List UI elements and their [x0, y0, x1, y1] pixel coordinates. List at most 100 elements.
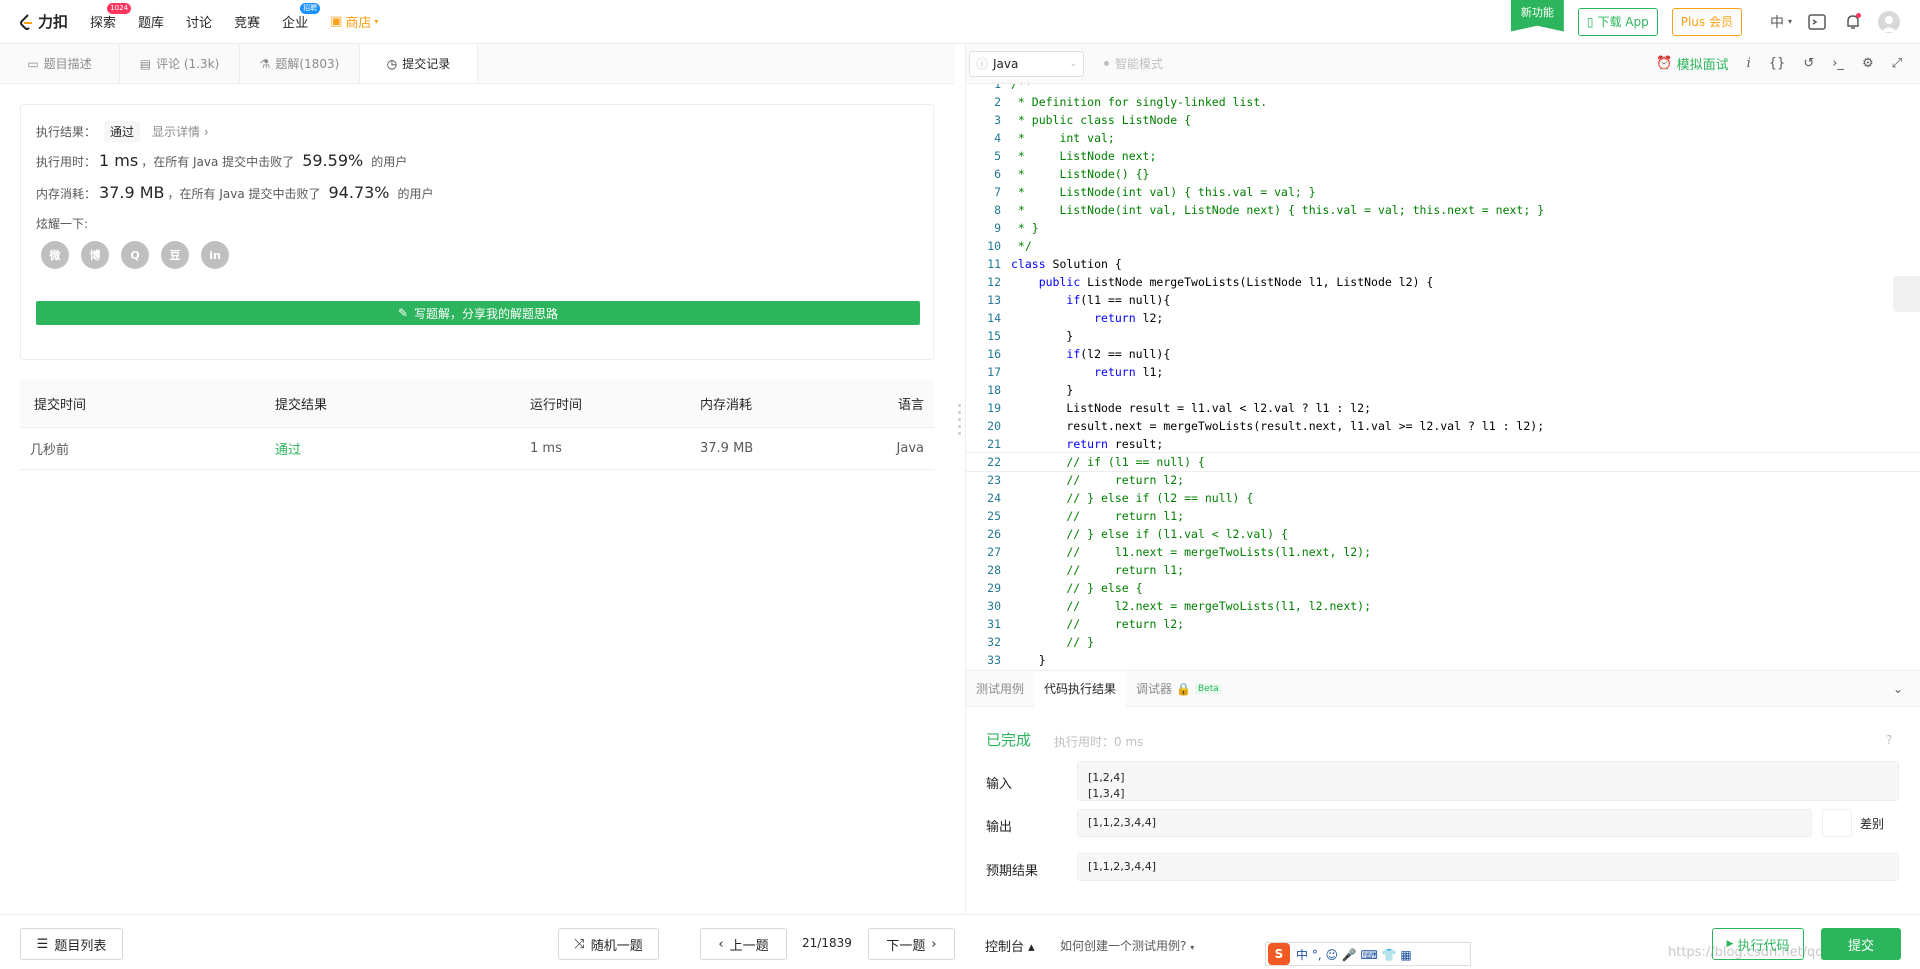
code-line[interactable]: 16 if(l2 == null){ — [966, 345, 1920, 363]
diff-switch[interactable] — [1822, 809, 1852, 837]
code-line[interactable]: 10 */ — [966, 237, 1920, 255]
code-line[interactable]: 9 * } — [966, 219, 1920, 237]
problem-list-button[interactable]: ☰ 题目列表 — [20, 928, 123, 960]
tab-submissions[interactable]: ◷ 提交记录 — [360, 44, 478, 83]
qq-share-icon[interactable]: Q — [121, 241, 149, 269]
logo[interactable]: 力扣 — [18, 11, 68, 32]
code-line[interactable]: 15 } — [966, 327, 1920, 345]
write-solution-button[interactable]: ✎ 写题解，分享我的解题思路 — [36, 301, 920, 325]
code-line[interactable]: 25 // return l1; — [966, 507, 1920, 525]
help-circle-icon[interactable]: ? — [1886, 733, 1892, 747]
cell-result[interactable]: 通过 — [275, 439, 530, 458]
user-avatar[interactable] — [1878, 10, 1900, 33]
tab-solutions[interactable]: ⚗ 题解(1803) — [240, 44, 360, 83]
code-line[interactable]: 29 // } else { — [966, 579, 1920, 597]
line-text: // l1.next = mergeTwoLists(l1.next, l2); — [1011, 545, 1372, 559]
notification-bell-icon[interactable] — [1842, 11, 1864, 33]
code-line[interactable]: 3 * public class ListNode { — [966, 111, 1920, 129]
code-line[interactable]: 32 // } — [966, 633, 1920, 651]
code-line[interactable]: 21 return result; — [966, 435, 1920, 453]
info-icon[interactable]: i — [1747, 56, 1751, 71]
code-line[interactable]: 23 // return l2; — [966, 471, 1920, 489]
input-box[interactable]: [1,2,4] [1,3,4] — [1077, 761, 1899, 801]
nav-discuss[interactable]: 讨论 — [186, 12, 212, 31]
playground-icon[interactable] — [1806, 11, 1828, 33]
nav-store[interactable]: ▣ 商店 ▾ — [330, 12, 378, 31]
reset-icon[interactable]: ↺ — [1803, 56, 1814, 71]
code-line[interactable]: 13 if(l1 == null){ — [966, 291, 1920, 309]
submit-button[interactable]: 提交 — [1821, 928, 1901, 960]
code-line[interactable]: 19 ListNode result = l1.val < l2.val ? l… — [966, 399, 1920, 417]
tab-debugger[interactable]: 调试器 🔒 Beta — [1126, 671, 1232, 707]
braces-icon[interactable]: {} — [1769, 56, 1786, 71]
code-line[interactable]: 33 } — [966, 651, 1920, 669]
next-problem-button[interactable]: 下一题 › — [868, 928, 955, 960]
line-text: * ListNode() {} — [1011, 167, 1150, 181]
random-problem-button[interactable]: ⤨ 随机一题 — [558, 928, 659, 960]
tab-testcase[interactable]: 测试用例 — [966, 671, 1034, 707]
code-line[interactable]: 30 // l2.next = mergeTwoLists(l1, l2.nex… — [966, 597, 1920, 615]
language-select[interactable]: ⓘ Java ⌄ — [969, 50, 1084, 77]
run-code-button[interactable]: ▶ 执行代码 — [1712, 928, 1804, 960]
show-detail-link[interactable]: 显示详情 › — [152, 123, 209, 140]
prev-problem-button[interactable]: ‹ 上一题 — [700, 928, 787, 960]
code-line[interactable]: 20 result.next = mergeTwoLists(result.ne… — [966, 417, 1920, 435]
nav-store-label: 商店 — [345, 16, 372, 31]
settings-gear-icon[interactable]: ⚙ — [1862, 56, 1874, 71]
line-text: */ — [1011, 239, 1032, 253]
code-line[interactable]: 2 * Definition for singly-linked list. — [966, 93, 1920, 111]
tab-comments[interactable]: ▤ 评论 (1.3k) — [120, 44, 240, 83]
console-toggle[interactable]: 控制台 ▴ — [985, 936, 1035, 955]
table-row[interactable]: 几秒前 通过 1 ms 37.9 MB Java — [20, 428, 934, 470]
code-line[interactable]: 17 return l1; — [966, 363, 1920, 381]
code-line[interactable]: 24 // } else if (l2 == null) { — [966, 489, 1920, 507]
code-line[interactable]: 7 * ListNode(int val) { this.val = val; … — [966, 183, 1920, 201]
nav-contest[interactable]: 竞赛 — [234, 12, 260, 31]
ime-toolbar[interactable]: S 中 °, ☺ 🎤 ⌨ 👕 ▦ — [1265, 942, 1471, 966]
nav-explore[interactable]: 探索 1024 — [90, 3, 132, 31]
code-line[interactable]: 6 * ListNode() {} — [966, 165, 1920, 183]
code-line[interactable]: 8 * ListNode(int val, ListNode next) { t… — [966, 201, 1920, 219]
language-switch[interactable]: 中 ▾ — [1770, 12, 1792, 32]
nav-problemset[interactable]: 题库 — [138, 12, 164, 31]
panel-resize-handle[interactable] — [955, 44, 965, 914]
language-label: 中 — [1769, 14, 1784, 31]
fullscreen-icon[interactable]: ⤢ — [1892, 56, 1902, 71]
result-row: 执行结果： 通过 显示详情 › — [36, 121, 209, 142]
submission-result-card: 执行结果： 通过 显示详情 › 执行用时： 1 ms ，在所有 Java 提交中… — [20, 104, 934, 360]
side-collapse-tab[interactable] — [1893, 276, 1920, 312]
code-line[interactable]: 22 // if (l1 == null) { — [966, 452, 1920, 472]
line-text: // return l1; — [1011, 563, 1185, 577]
memory-label: 内存消耗： — [36, 187, 97, 201]
new-feature-ribbon[interactable]: 新功能 — [1510, 0, 1564, 32]
code-line[interactable]: 31 // return l2; — [966, 615, 1920, 633]
code-line[interactable]: 18 } — [966, 381, 1920, 399]
wechat-share-icon[interactable]: 微 — [41, 241, 69, 269]
collapse-chevron-icon[interactable]: ⌄ — [1893, 682, 1903, 696]
code-line[interactable]: 4 * int val; — [966, 129, 1920, 147]
smart-mode-toggle[interactable]: 智能模式 — [1104, 55, 1163, 72]
diff-toggle[interactable]: 差别 — [1822, 809, 1884, 837]
plus-member-button[interactable]: Plus 会员 — [1671, 7, 1742, 36]
code-line[interactable]: 14 return l2; — [966, 309, 1920, 327]
terminal-icon[interactable]: ›_ — [1832, 56, 1844, 71]
douban-share-icon[interactable]: 豆 — [161, 241, 189, 269]
mock-interview-button[interactable]: ⏰ 模拟面试 — [1656, 54, 1728, 73]
tab-run-result[interactable]: 代码执行结果 — [1034, 670, 1127, 707]
code-line[interactable]: 26 // } else if (l1.val < l2.val) { — [966, 525, 1920, 543]
nav-enterprise[interactable]: 企业 招聘 — [282, 3, 321, 31]
howto-testcase-link[interactable]: 如何创建一个测试用例? ▾ — [1060, 937, 1194, 954]
smart-mode-label: 智能模式 — [1115, 57, 1164, 71]
weibo-share-icon[interactable]: 博 — [81, 241, 109, 269]
download-app-button[interactable]: ▯ 下载 App — [1577, 7, 1658, 36]
code-line[interactable]: 11 class Solution { — [966, 255, 1920, 273]
code-line[interactable]: 27 // l1.next = mergeTwoLists(l1.next, l… — [966, 543, 1920, 561]
code-line[interactable]: 28 // return l1; — [966, 561, 1920, 579]
code-editor[interactable]: 1 /** 2 * Definition for singly-linked lis… — [966, 84, 1920, 670]
code-line[interactable]: 1 /** — [966, 84, 1920, 93]
runtime-mid: ，在所有 Java 提交中击败了 — [141, 155, 295, 169]
linkedin-share-icon[interactable]: in — [201, 241, 229, 269]
code-line[interactable]: 12 public ListNode mergeTwoLists(ListNod… — [966, 273, 1920, 291]
code-line[interactable]: 5 * ListNode next; — [966, 147, 1920, 165]
tab-description[interactable]: ▭ 题目描述 — [0, 44, 120, 83]
